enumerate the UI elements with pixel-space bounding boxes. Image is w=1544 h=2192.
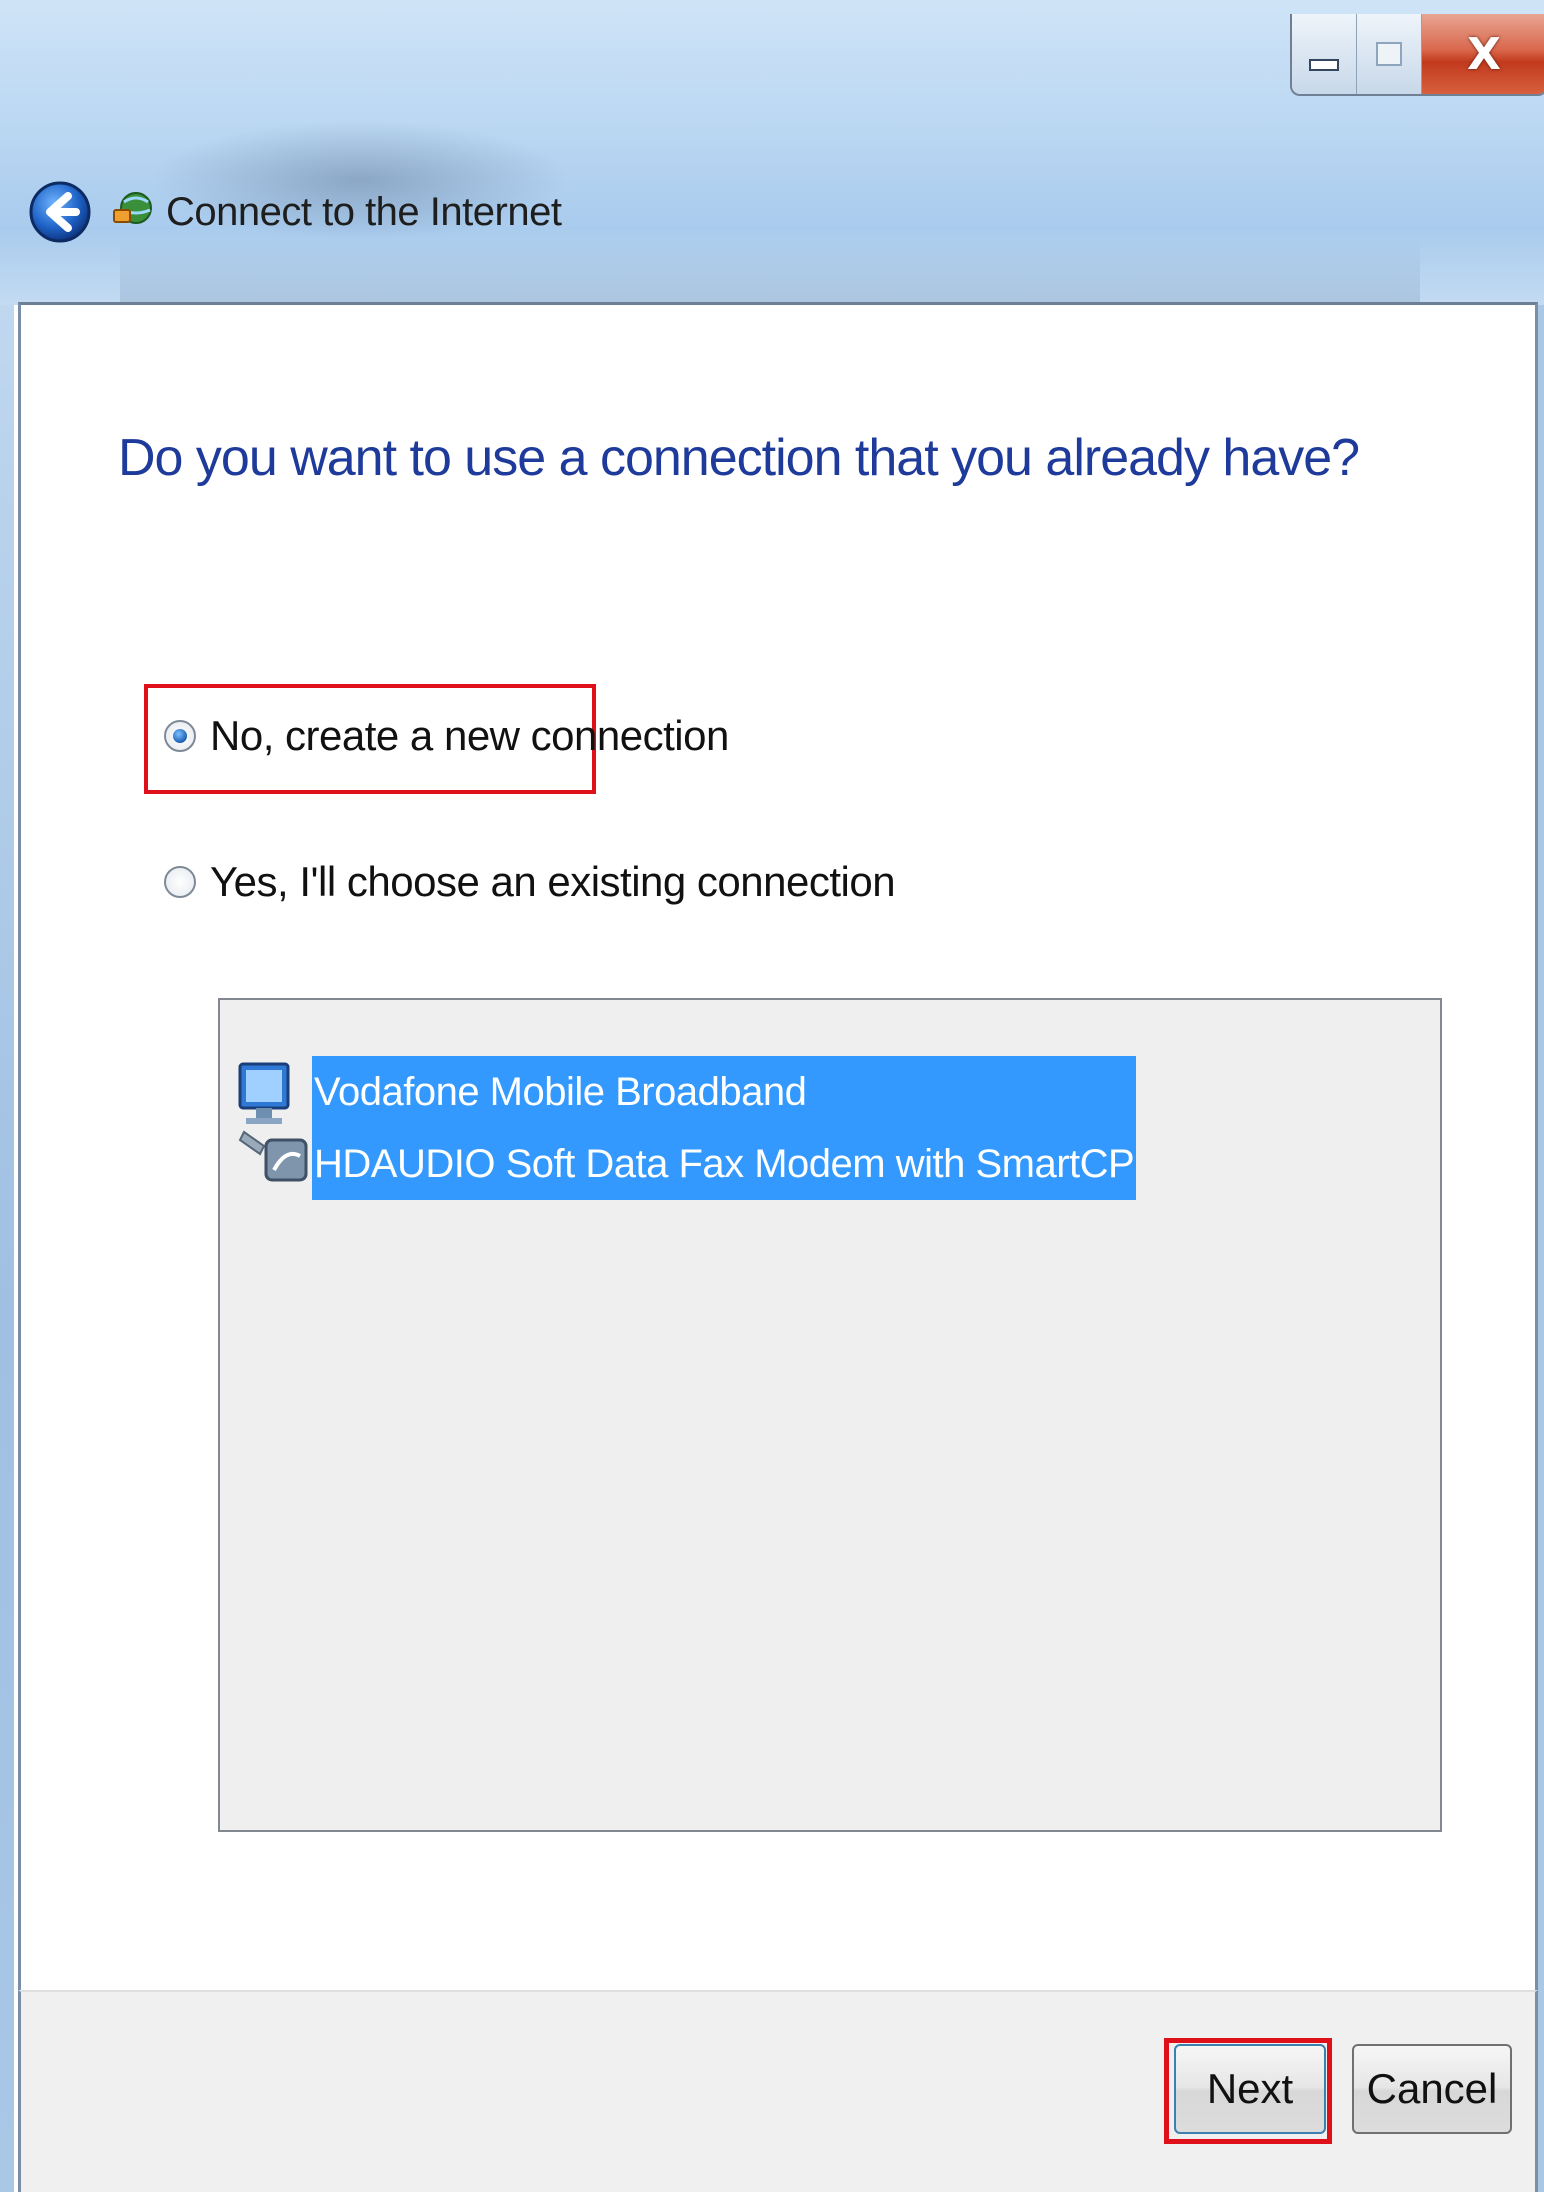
connection-device: HDAUDIO Soft Data Fax Modem with SmartCP bbox=[314, 1142, 1135, 1186]
window-right-border bbox=[1538, 0, 1544, 2192]
radio-button-unselected[interactable] bbox=[164, 866, 196, 898]
page-heading: Do you want to use a connection that you… bbox=[118, 429, 1360, 487]
radio-option-new-connection[interactable]: No, create a new connection bbox=[164, 712, 729, 760]
connection-selection[interactable]: Vodafone Mobile Broadband HDAUDIO Soft D… bbox=[312, 1056, 1137, 1200]
connection-list[interactable]: Vodafone Mobile Broadband HDAUDIO Soft D… bbox=[218, 998, 1442, 1832]
titlebar-glass-shade bbox=[120, 240, 1420, 305]
window-title: Connect to the Internet bbox=[166, 190, 562, 234]
maximize-button[interactable] bbox=[1357, 14, 1422, 94]
minimize-icon bbox=[1309, 59, 1339, 71]
close-button[interactable]: X bbox=[1422, 14, 1544, 94]
maximize-icon bbox=[1376, 42, 1402, 66]
window-controls: X bbox=[1290, 14, 1544, 96]
radio-label-new-connection[interactable]: No, create a new connection bbox=[210, 712, 729, 760]
window-titlebar[interactable]: X Connect to the Internet bbox=[0, 0, 1544, 305]
annotation-highlight-next bbox=[1164, 2038, 1332, 2144]
radio-option-existing-connection[interactable]: Yes, I'll choose an existing connection bbox=[164, 858, 896, 906]
close-icon: X bbox=[1467, 28, 1501, 80]
connection-name: Vodafone Mobile Broadband bbox=[314, 1070, 807, 1114]
radio-label-existing-connection[interactable]: Yes, I'll choose an existing connection bbox=[210, 858, 896, 906]
list-item-connection[interactable]: Vodafone Mobile Broadband HDAUDIO Soft D… bbox=[230, 1050, 1137, 1200]
window-left-border bbox=[0, 0, 14, 2192]
radio-button-selected[interactable] bbox=[164, 720, 196, 752]
cancel-button[interactable]: Cancel bbox=[1352, 2044, 1512, 2134]
back-arrow-icon[interactable] bbox=[28, 152, 92, 272]
minimize-button[interactable] bbox=[1292, 14, 1357, 94]
radio-dot-icon bbox=[173, 729, 187, 743]
network-globe-icon bbox=[113, 192, 152, 224]
network-computer-modem-icon bbox=[238, 1062, 308, 1182]
